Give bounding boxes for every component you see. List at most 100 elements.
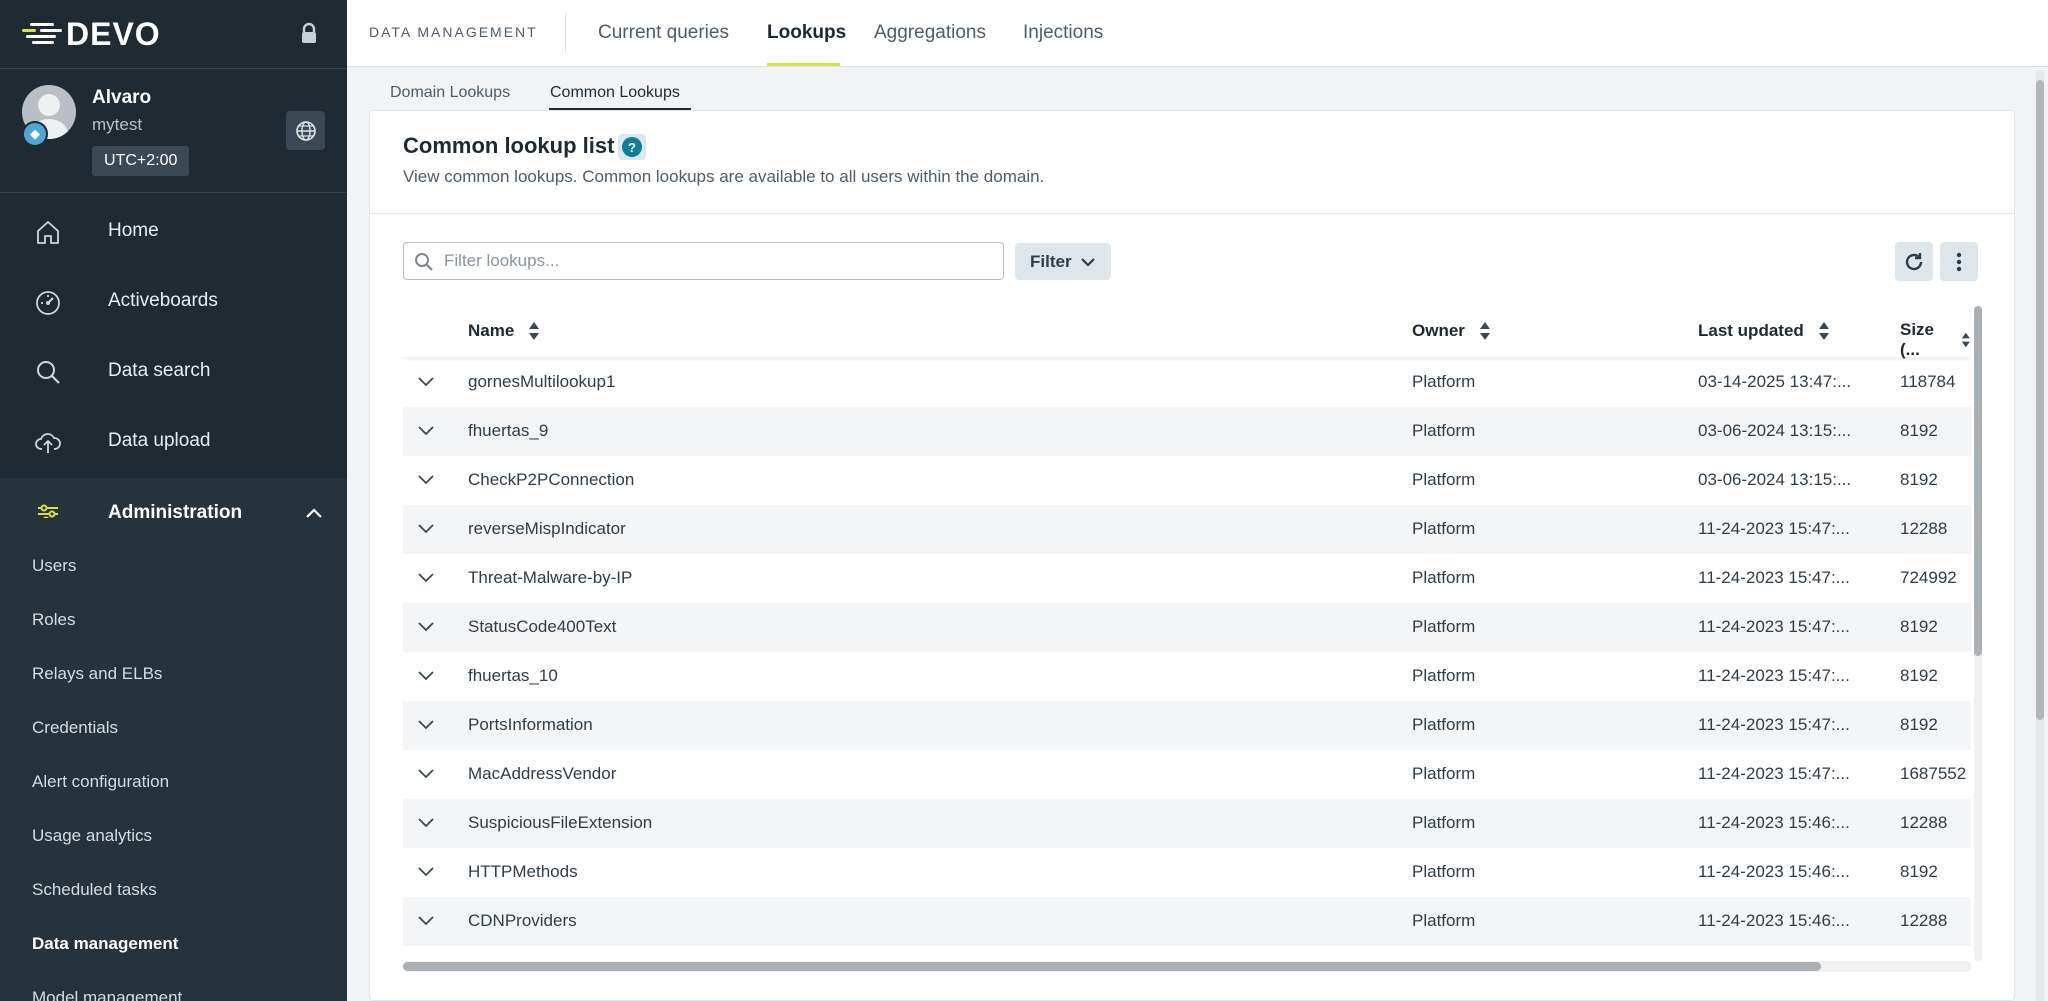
- cell-last-updated: 11-24-2023 15:47:...: [1698, 666, 1850, 685]
- cell-size: 8192: [1900, 421, 1938, 440]
- nav-item-data-search[interactable]: Data search: [0, 336, 347, 406]
- column-header-last-updated[interactable]: Last updated: [1698, 320, 1830, 342]
- column-header-size[interactable]: Size (...: [1900, 320, 1971, 360]
- nav-label: Data upload: [108, 430, 211, 451]
- chevron-down-icon[interactable]: [417, 914, 435, 926]
- cell-owner: Platform: [1412, 519, 1476, 538]
- table-row[interactable]: fhuertas_9 Platform 03-06-2024 13:15:... 81…: [403, 407, 1971, 456]
- admin-item-data-management[interactable]: Data management: [32, 934, 178, 954]
- subtab-common-lookups[interactable]: Common Lookups: [550, 84, 680, 102]
- chevron-down-icon[interactable]: [417, 522, 435, 534]
- admin-item-usage-analytics[interactable]: Usage analytics: [32, 826, 152, 846]
- cell-size: 1687552: [1900, 764, 1967, 783]
- table-row[interactable]: SuspiciousFileExtension Platform 11-24-202…: [403, 799, 1971, 848]
- lookups-table: gornesMultilookup1 Platform 03-14-2025 13:…: [403, 303, 1971, 963]
- nav-item-data-upload[interactable]: Data upload: [0, 406, 347, 476]
- nav-label: Activeboards: [108, 290, 218, 311]
- nav-label: Data search: [108, 360, 211, 381]
- sort-icon[interactable]: [1818, 320, 1830, 342]
- cell-owner: Platform: [1412, 666, 1476, 685]
- chevron-down-icon[interactable]: [417, 620, 435, 632]
- cell-name: gornesMultilookup1: [468, 372, 616, 391]
- search-icon: [414, 252, 434, 272]
- table-vertical-scrollbar[interactable]: [1974, 306, 1982, 961]
- chevron-down-icon[interactable]: [417, 473, 435, 485]
- chevron-down-icon[interactable]: [417, 375, 435, 387]
- table-row[interactable]: CDNProviders Platform 11-24-2023 15:46:...…: [403, 897, 1971, 946]
- admin-item-roles[interactable]: Roles: [32, 610, 75, 630]
- nav-item-home[interactable]: Home: [0, 196, 347, 266]
- chevron-down-icon[interactable]: [417, 669, 435, 681]
- cell-last-updated: 03-06-2024 13:15:...: [1698, 470, 1852, 489]
- tab-injections[interactable]: Injections: [1023, 22, 1103, 44]
- tab-current-queries[interactable]: Current queries: [598, 22, 729, 44]
- table-row[interactable]: StatusCode400Text Platform 11-24-2023 15:4…: [403, 603, 1971, 652]
- column-header-name[interactable]: Name: [468, 320, 540, 342]
- search-icon: [34, 358, 62, 386]
- sort-icon[interactable]: [1479, 320, 1491, 342]
- sort-icon[interactable]: [528, 320, 540, 342]
- diamond-badge-icon: ◆: [22, 121, 48, 147]
- section-label: DATA MANAGEMENT: [369, 24, 538, 40]
- tab-aggregations[interactable]: Aggregations: [874, 22, 986, 44]
- cell-size: 118784: [1900, 372, 1956, 391]
- lookup-list-card: Common lookup list ? View common lookups…: [369, 110, 2015, 1001]
- more-options-button[interactable]: [1940, 242, 1978, 281]
- chevron-down-icon[interactable]: [417, 718, 435, 730]
- cell-name: Threat-Malware-by-IP: [468, 568, 633, 587]
- table-row[interactable]: PortsInformation Platform 11-24-2023 15:47…: [403, 701, 1971, 750]
- search-input[interactable]: [444, 247, 994, 275]
- subtab-domain-lookups[interactable]: Domain Lookups: [390, 84, 510, 102]
- chevron-down-icon[interactable]: [417, 571, 435, 583]
- timezone-badge[interactable]: UTC+2:00: [92, 146, 190, 176]
- admin-item-scheduled-tasks[interactable]: Scheduled tasks: [32, 880, 157, 900]
- user-domain: mytest: [92, 115, 143, 134]
- table-row[interactable]: HTTPMethods Platform 11-24-2023 15:46:... 8…: [403, 848, 1971, 897]
- cell-size: 8192: [1900, 666, 1938, 685]
- page-description: View common lookups. Common lookups are …: [403, 167, 1045, 186]
- table-row[interactable]: MacAddressVendor Platform 11-24-2023 15:47…: [403, 750, 1971, 799]
- table-row[interactable]: Threat-Malware-by-IP Platform 11-24-2023 1…: [403, 554, 1971, 603]
- cell-name: StatusCode400Text: [468, 617, 617, 636]
- cell-name: fhuertas_9: [468, 421, 549, 440]
- globe-icon[interactable]: [286, 111, 325, 150]
- help-icon: ?: [622, 137, 642, 157]
- admin-item-model-management[interactable]: Model management: [32, 988, 182, 1001]
- admin-item-credentials[interactable]: Credentials: [32, 718, 118, 738]
- chevron-down-icon[interactable]: [417, 816, 435, 828]
- chevron-down-icon[interactable]: [417, 865, 435, 877]
- admin-item-alert-configuration[interactable]: Alert configuration: [32, 772, 169, 792]
- cell-last-updated: 11-24-2023 15:47:...: [1698, 519, 1850, 538]
- column-label: Name: [468, 321, 515, 340]
- cell-size: 12288: [1900, 519, 1948, 538]
- chevron-down-icon[interactable]: [417, 767, 435, 779]
- sort-icon[interactable]: [1961, 329, 1971, 351]
- cell-name: reverseMispIndicator: [468, 519, 626, 538]
- table-row[interactable]: reverseMispIndicator Platform 11-24-2023 1…: [403, 505, 1971, 554]
- refresh-button[interactable]: [1895, 242, 1933, 281]
- table-row[interactable]: fhuertas_10 Platform 11-24-2023 15:47:... 8…: [403, 652, 1971, 701]
- search-box[interactable]: [403, 242, 1004, 280]
- lock-icon[interactable]: [299, 22, 319, 46]
- cell-size: 8192: [1900, 862, 1938, 881]
- tab-lookups[interactable]: Lookups: [767, 22, 846, 44]
- filter-button[interactable]: Filter: [1015, 243, 1111, 280]
- admin-item-relays[interactable]: Relays and ELBs: [32, 664, 162, 684]
- cell-last-updated: 11-24-2023 15:47:...: [1698, 568, 1850, 587]
- table-horizontal-scrollbar[interactable]: [403, 961, 1971, 972]
- cell-owner: Platform: [1412, 470, 1476, 489]
- devo-logo[interactable]: DEVO: [22, 16, 161, 52]
- help-button[interactable]: ?: [618, 134, 646, 160]
- nav-item-activeboards[interactable]: Activeboards: [0, 266, 347, 336]
- filter-label: Filter: [1030, 251, 1072, 271]
- column-header-owner[interactable]: Owner: [1412, 320, 1491, 342]
- table-row[interactable]: CheckP2PConnection Platform 03-06-2024 13:…: [403, 456, 1971, 505]
- table-row[interactable]: gornesMultilookup1 Platform 03-14-2025 13:…: [403, 358, 1971, 407]
- page-vertical-scrollbar[interactable]: [2036, 70, 2044, 1001]
- chevron-down-icon[interactable]: [417, 424, 435, 436]
- cell-owner: Platform: [1412, 813, 1476, 832]
- cell-last-updated: 11-24-2023 15:47:...: [1698, 617, 1850, 636]
- cell-name: SuspiciousFileExtension: [468, 813, 653, 832]
- admin-item-users[interactable]: Users: [32, 556, 76, 576]
- sidebar: DEVO ◆ Alvaro mytest UTC+2:00 Home Activ…: [0, 0, 347, 1001]
